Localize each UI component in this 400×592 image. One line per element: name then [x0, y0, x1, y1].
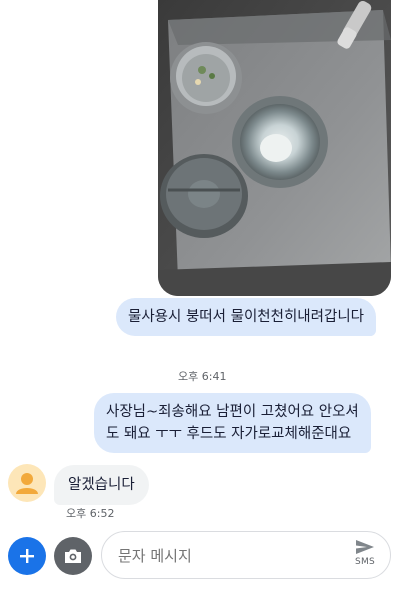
person-icon: [16, 473, 38, 494]
contact-avatar[interactable]: [8, 464, 46, 502]
message-compose-box[interactable]: SMS: [101, 531, 391, 579]
send-sms-label: SMS: [354, 557, 376, 567]
camera-icon: [65, 549, 81, 563]
image-attachment[interactable]: [158, 0, 391, 296]
add-attachment-button[interactable]: [8, 537, 46, 575]
message-timestamp: 오후 6:41: [178, 370, 227, 383]
send-icon: [356, 540, 374, 554]
message-bubble-outgoing[interactable]: 사장님~죄송해요 남편이 고쳤어요 안오셔 도 돼요 ㅜㅜ 후드도 자가로교체해…: [94, 393, 371, 453]
plus-icon: [20, 549, 34, 563]
send-button[interactable]: SMS: [350, 538, 380, 574]
camera-button[interactable]: [54, 537, 92, 575]
message-bubble-outgoing[interactable]: 물사용시 붕떠서 물이천천히내려갑니다: [116, 298, 376, 336]
message-timestamp: 오후 6:52: [66, 507, 115, 520]
message-bubble-incoming[interactable]: 알겠습니다: [54, 465, 149, 505]
message-input[interactable]: [116, 543, 340, 569]
sink-photo: [158, 0, 391, 296]
